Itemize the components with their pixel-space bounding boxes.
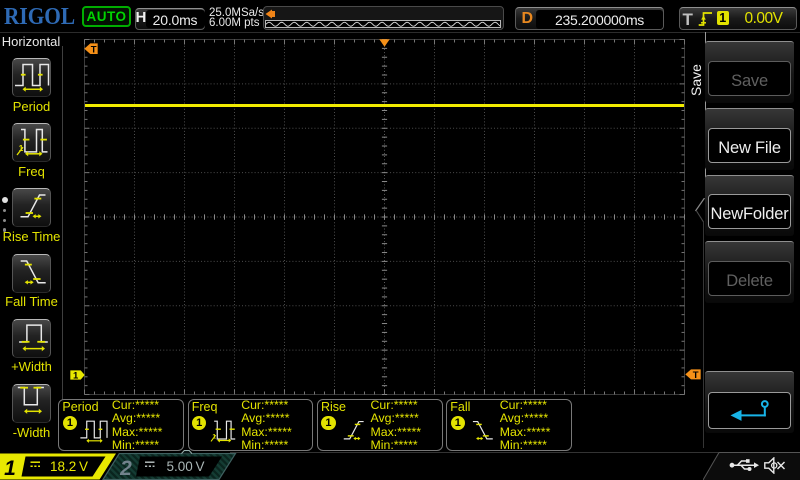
svg-text:2: 2 xyxy=(119,457,132,480)
svg-text:5.00 V: 5.00 V xyxy=(167,459,205,474)
svg-text:1: 1 xyxy=(73,370,79,380)
svg-text:T: T xyxy=(693,370,699,380)
svg-text:18.2 V: 18.2 V xyxy=(50,459,88,474)
svg-text:1: 1 xyxy=(4,457,16,480)
svg-text:T: T xyxy=(91,44,97,55)
